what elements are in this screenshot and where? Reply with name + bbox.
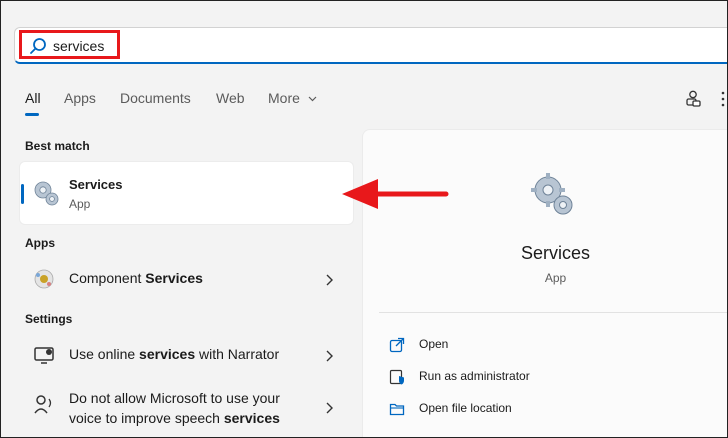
best-match-result[interactable]: Services App — [19, 161, 354, 225]
apps-heading: Apps — [25, 236, 55, 250]
component-services-label: Component Services — [69, 270, 203, 286]
best-match-heading: Best match — [25, 139, 90, 153]
services-gear-icon — [34, 181, 59, 206]
search-icon — [30, 38, 46, 54]
action-run-as-admin-label: Run as administrator — [419, 369, 530, 383]
action-open-label: Open — [419, 337, 449, 351]
preview-subtitle: App — [544, 271, 567, 285]
preview-divider — [379, 312, 728, 313]
tab-documents[interactable]: Documents — [120, 90, 191, 106]
search-input[interactable] — [53, 36, 353, 56]
preview-title: Services — [520, 243, 591, 263]
folder-icon — [389, 403, 405, 416]
selection-indicator — [21, 184, 24, 204]
tab-more[interactable]: More — [268, 90, 317, 106]
tab-apps[interactable]: Apps — [64, 90, 96, 106]
services-gear-icon-large — [531, 173, 573, 215]
action-run-as-admin[interactable]: Run as administrator — [389, 366, 709, 388]
search-box[interactable] — [14, 27, 728, 64]
narrator-setting-label: Use online services with Narrator — [69, 346, 280, 362]
narrator-icon — [34, 347, 54, 364]
account-switch-icon[interactable] — [684, 89, 702, 107]
shield-admin-icon — [389, 369, 404, 385]
chevron-right-icon[interactable] — [324, 274, 334, 286]
speech-setting-label-line1: Do not allow Microsoft to use your — [69, 390, 280, 406]
app-result-component-services[interactable]: Component Services — [19, 264, 354, 294]
speech-setting-label-line2: voice to improve speech services — [69, 410, 280, 426]
tab-web[interactable]: Web — [216, 90, 245, 106]
setting-result-speech-privacy[interactable]: Do not allow Microsoft to use your voice… — [19, 384, 354, 432]
open-external-icon — [389, 337, 405, 353]
chevron-down-icon — [308, 96, 317, 102]
action-open[interactable]: Open — [389, 334, 709, 356]
tab-all[interactable]: All — [25, 90, 41, 106]
best-match-subtitle: App — [69, 197, 91, 211]
action-open-file-location[interactable]: Open file location — [389, 398, 709, 420]
settings-heading: Settings — [25, 312, 73, 326]
preview-pane: Services App Open Run as administrator O… — [362, 129, 728, 438]
tab-more-label: More — [268, 90, 300, 106]
chevron-right-icon[interactable] — [324, 350, 334, 362]
component-services-icon — [34, 269, 54, 289]
action-open-file-location-label: Open file location — [419, 401, 512, 415]
best-match-title: Services — [69, 177, 123, 192]
annotation-arrow — [342, 179, 449, 209]
active-tab-indicator — [25, 113, 39, 116]
more-options-icon[interactable] — [718, 89, 728, 109]
chevron-right-icon[interactable] — [324, 402, 334, 414]
setting-result-narrator[interactable]: Use online services with Narrator — [19, 340, 354, 370]
speech-privacy-icon — [34, 395, 52, 414]
